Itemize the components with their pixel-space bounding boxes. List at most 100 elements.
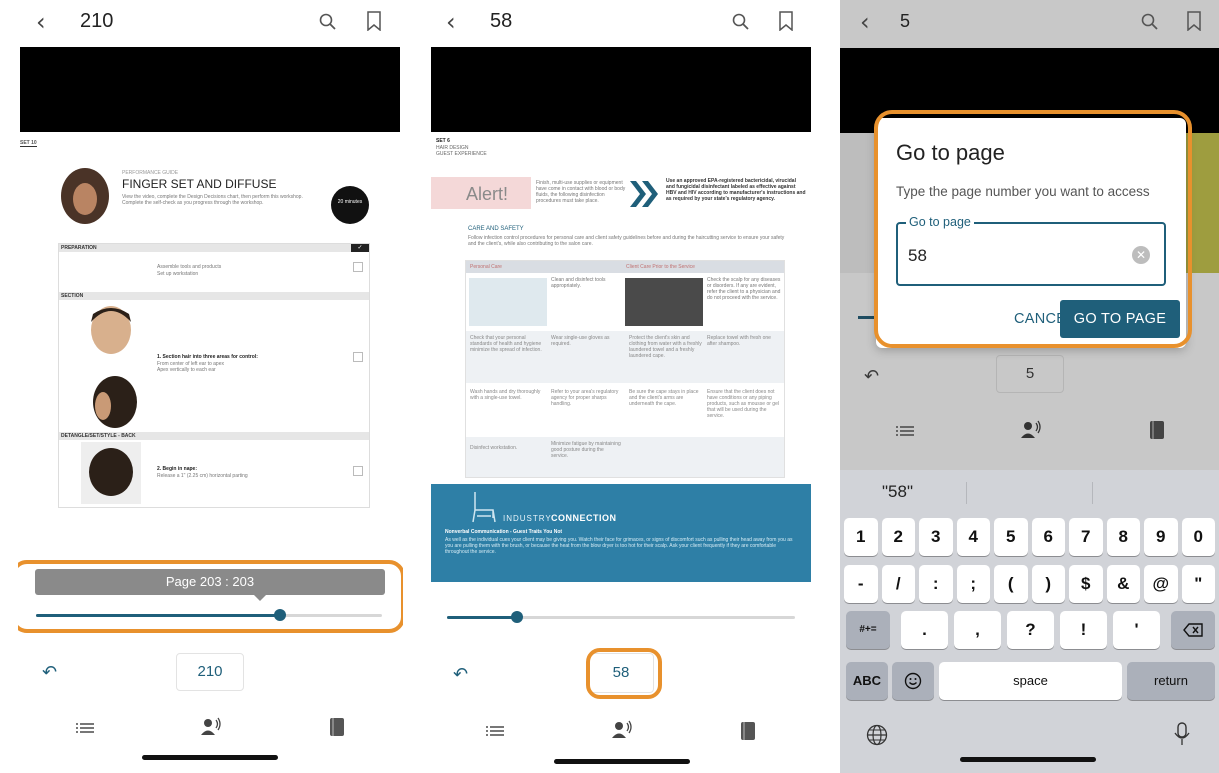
mannequin-images xyxy=(91,306,137,428)
table-cell: Disinfect workstation. xyxy=(470,445,518,451)
checkbox[interactable] xyxy=(353,262,363,272)
industry-connection-banner: INDUSTRY CONNECTION Nonverbal Communicat… xyxy=(431,484,811,582)
col-header: Client Care Prior to the Service xyxy=(626,264,695,270)
bookmark-icon[interactable] xyxy=(366,11,382,31)
document-page: SET 6 HAIR DESIGN GUEST EXPERIENCE Alert… xyxy=(428,44,815,584)
col-header: Personal Care xyxy=(470,264,502,270)
page-code: SET 10 xyxy=(20,140,37,147)
search-icon[interactable] xyxy=(1140,12,1160,32)
page-slider-thumb[interactable] xyxy=(511,611,523,623)
toc-icon[interactable] xyxy=(76,721,94,735)
table-cell: Replace towel with fresh one after shamp… xyxy=(707,335,771,347)
care-title: CARE AND SAFETY xyxy=(468,226,524,232)
keyboard-key[interactable]: 7 xyxy=(1069,518,1103,556)
globe-icon[interactable] xyxy=(866,724,888,746)
bookmark-icon[interactable] xyxy=(778,11,794,31)
doc-intro: View the video, complete the Design Deci… xyxy=(122,194,303,206)
toc-icon[interactable] xyxy=(486,724,504,738)
page-slider-fill xyxy=(447,616,517,619)
highlight-slider xyxy=(18,560,403,633)
page-title: 58 xyxy=(490,10,513,32)
keyboard-key[interactable]: & xyxy=(1106,565,1140,603)
page-header-band xyxy=(431,47,811,132)
industry-title-b: CONNECTION xyxy=(551,513,617,523)
back-icon[interactable]: ‹ xyxy=(860,8,870,36)
book-icon[interactable] xyxy=(1150,421,1164,439)
keyboard-key[interactable]: @ xyxy=(1144,565,1178,603)
page-number-box[interactable]: 5 xyxy=(996,355,1064,393)
portrait-image xyxy=(61,168,109,224)
toc-icon[interactable] xyxy=(896,424,914,438)
key-abc[interactable]: ABC xyxy=(846,662,888,700)
page-title: 210 xyxy=(80,10,114,32)
checkbox[interactable] xyxy=(353,352,363,362)
keyboard-key[interactable]: 9 xyxy=(1144,518,1178,556)
screen-page-58: ‹ 58 SET 6 HAIR DESIGN GUEST EXPERIENCE … xyxy=(428,0,815,773)
keyboard-key[interactable]: ; xyxy=(956,565,990,603)
section-label: SECTION xyxy=(61,293,84,299)
step-2: 2. Begin in nape: xyxy=(157,466,198,472)
keyboard-key[interactable]: 4 xyxy=(956,518,990,556)
keyboard-key[interactable]: 2 xyxy=(881,518,915,556)
back-icon[interactable]: ‹ xyxy=(446,8,456,36)
book-icon[interactable] xyxy=(741,722,755,740)
microphone-icon[interactable] xyxy=(1174,722,1190,746)
bookmark-icon[interactable] xyxy=(1186,11,1202,31)
keyboard-key[interactable]: ! xyxy=(1060,611,1107,649)
undo-icon[interactable]: ↶ xyxy=(42,662,57,683)
industry-title-a: INDUSTRY xyxy=(503,514,552,523)
alert-label: Alert! xyxy=(466,184,509,204)
chevrons-icon xyxy=(630,181,658,207)
keyboard-key[interactable]: , xyxy=(954,611,1001,649)
top-bar: ‹ 5 xyxy=(840,0,1219,42)
prep-item: Set up workstation xyxy=(157,271,199,277)
keyboard-key[interactable]: $ xyxy=(1069,565,1103,603)
keyboard-key[interactable]: : xyxy=(919,565,953,603)
undo-icon[interactable]: ↶ xyxy=(453,664,468,685)
step-1: 1. Section hair into three areas for con… xyxy=(157,354,258,360)
checkbox[interactable] xyxy=(353,466,363,476)
table-cell: Clean and disinfect tools appropriately. xyxy=(551,277,606,289)
return-key[interactable]: return xyxy=(1127,662,1215,700)
keyboard-key[interactable]: 8 xyxy=(1106,518,1140,556)
search-icon[interactable] xyxy=(731,12,751,32)
guide-label: PERFORMANCE GUIDE xyxy=(122,170,179,176)
top-bar: ‹ 58 xyxy=(428,0,815,42)
keyboard-key[interactable]: 6 xyxy=(1031,518,1065,556)
book-icon[interactable] xyxy=(330,718,344,736)
keyboard-key[interactable]: 5 xyxy=(994,518,1028,556)
read-aloud-icon[interactable] xyxy=(1020,420,1042,440)
space-key[interactable]: space xyxy=(939,662,1122,700)
keyboard-key[interactable]: ( xyxy=(994,565,1028,603)
highlight-dialog xyxy=(874,110,1192,348)
undo-icon[interactable]: ↶ xyxy=(864,366,879,387)
emoji-key[interactable] xyxy=(892,662,934,700)
keyboard-key[interactable]: - xyxy=(844,565,878,603)
checklist-table: PREPARATION ✓ Assemble tools and product… xyxy=(58,243,370,508)
care-text: Follow infection control procedures for … xyxy=(468,235,785,247)
search-icon[interactable] xyxy=(318,12,338,32)
back-icon[interactable]: ‹ xyxy=(36,8,46,36)
keyboard-key[interactable]: " xyxy=(1181,565,1215,603)
table-cell: Refer to your area's regulatory agency f… xyxy=(551,389,619,407)
backspace-key[interactable] xyxy=(1171,611,1215,649)
screen-go-to-page-dialog: ‹ 5 ↶ 5 Go to page Type the page number … xyxy=(840,0,1219,773)
suggestion[interactable]: "58" xyxy=(882,482,913,502)
home-indicator xyxy=(960,757,1096,762)
key-symbols[interactable]: #+= xyxy=(846,611,890,649)
keyboard-key[interactable]: ' xyxy=(1113,611,1160,649)
keyboard-key[interactable]: ? xyxy=(1007,611,1054,649)
read-aloud-icon[interactable] xyxy=(200,717,222,737)
step-2-item: Release a 1" (2.25 cm) horizontal partin… xyxy=(157,473,248,479)
read-aloud-icon[interactable] xyxy=(611,720,633,740)
home-indicator xyxy=(142,755,278,760)
keyboard-key[interactable]: ) xyxy=(1031,565,1065,603)
keyboard-key[interactable]: 0 xyxy=(1181,518,1215,556)
keyboard-key[interactable]: 1 xyxy=(844,518,878,556)
page-title: 5 xyxy=(900,11,911,31)
keyboard-key[interactable]: . xyxy=(901,611,948,649)
keyboard-key[interactable]: 3 xyxy=(919,518,953,556)
page-number-box[interactable]: 210 xyxy=(176,653,244,691)
table-cell: Check that your personal standards of he… xyxy=(470,335,542,353)
keyboard-key[interactable]: / xyxy=(881,565,915,603)
